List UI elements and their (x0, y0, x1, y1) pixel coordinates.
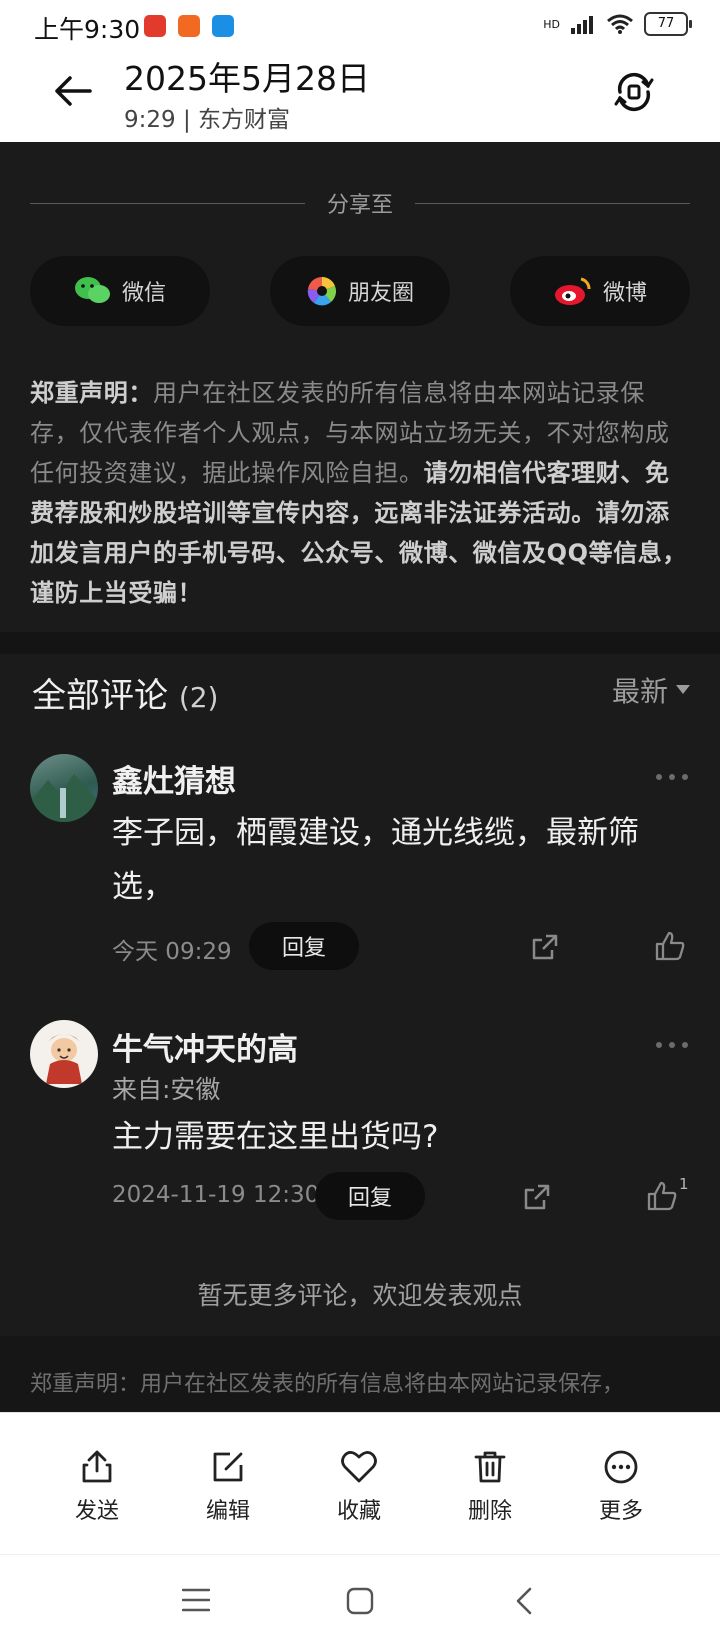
share-wechat-button[interactable]: 微信 (30, 256, 210, 326)
comments-count: (2) (178, 681, 219, 714)
home-icon[interactable] (346, 1587, 374, 1615)
more-circle-icon (604, 1450, 638, 1484)
divider (415, 202, 691, 204)
sort-label: 最新 (611, 675, 668, 708)
signal-icon (571, 16, 593, 34)
avatar[interactable] (30, 1020, 98, 1088)
caret-down-icon (676, 685, 690, 694)
share-weibo-label: 微博 (602, 281, 647, 306)
weibo-icon (554, 277, 591, 305)
send-button[interactable]: 发送 (47, 1449, 147, 1525)
hd-label: HD (543, 17, 560, 31)
disclaimer-text: 郑重声明：用户在社区发表的所有信息将由本网站记录保存，仅代表作者个人观点，与本网… (30, 373, 692, 613)
avatar[interactable] (30, 754, 98, 822)
rotate-screenshot-icon[interactable] (612, 70, 656, 114)
top-bar: 上午9:30 HD 77 2025年5月28日 9:29 | 东方财富 (0, 0, 720, 142)
page-subtitle: 9:29 | 东方财富 (124, 107, 291, 133)
toutiao-app-icon (144, 15, 166, 37)
comment-username[interactable]: 鑫灶猜想 (112, 756, 236, 801)
edit-label: 编辑 (205, 1499, 250, 1524)
more-label: 更多 (598, 1499, 643, 1524)
share-moments-button[interactable]: 朋友圈 (270, 256, 450, 326)
wifi-icon (607, 14, 633, 34)
comment-more-button[interactable] (656, 1042, 688, 1048)
status-right: HD 77 (543, 12, 692, 36)
send-label: 发送 (74, 1499, 119, 1524)
more-button[interactable]: 更多 (571, 1449, 671, 1525)
comment-time: 2024-11-19 12:30 (112, 1182, 320, 1208)
thumbs-up-icon[interactable] (646, 1180, 678, 1212)
no-more-comments: 暂无更多评论，欢迎发表观点 (197, 1281, 523, 1310)
back-arrow-icon[interactable] (50, 68, 96, 114)
action-sheet: 发送 编辑 收藏 删除 更多 (0, 1412, 720, 1555)
share-heading: 分享至 (30, 188, 691, 218)
comments-title-label: 全部评论 (32, 676, 168, 716)
sort-dropdown[interactable]: 最新 (612, 670, 690, 710)
section-separator (0, 632, 720, 654)
share-upload-icon (82, 1450, 112, 1483)
share-heading-label: 分享至 (327, 193, 394, 218)
reply-button[interactable]: 回复 (249, 922, 359, 970)
favorite-label: 收藏 (336, 1499, 381, 1524)
comment-text: 主力需要在这里出货吗? (112, 1119, 439, 1155)
heart-icon (341, 1451, 377, 1483)
menu-icon[interactable] (182, 1587, 210, 1613)
comments-title: 全部评论 (2) (32, 668, 218, 717)
comment-time: 今天 09:29 (112, 939, 232, 965)
footer-disclaimer: 郑重声明：用户在社区发表的所有信息将由本网站记录保存， (30, 1372, 625, 1397)
comment-username[interactable]: 牛气冲天的高 (112, 1024, 298, 1069)
system-nav-bar (0, 1554, 720, 1651)
comment-text: 李子园，栖霞建设，通光线缆，最新筛选， (112, 815, 639, 905)
moments-icon (307, 276, 337, 306)
back-icon[interactable] (514, 1587, 534, 1615)
comment-location: 来自:安徽 (112, 1075, 221, 1104)
edit-icon (213, 1452, 243, 1482)
delete-button[interactable]: 删除 (440, 1449, 540, 1525)
page-title: 2025年5月28日 (124, 59, 370, 98)
delete-label: 删除 (467, 1499, 512, 1524)
wechat-icon (74, 277, 110, 303)
telegram-app-icon (178, 15, 200, 37)
share-weibo-button[interactable]: 微博 (510, 256, 690, 326)
edit-button[interactable]: 编辑 (178, 1449, 278, 1525)
status-time: 上午9:30 (34, 15, 141, 44)
share-moments-label: 朋友圈 (347, 281, 414, 306)
like-count: 1 (679, 1175, 689, 1193)
favorite-button[interactable]: 收藏 (309, 1449, 409, 1525)
disclaimer-label: 郑重声明： (30, 379, 153, 407)
upload-app-icon (212, 15, 234, 37)
share-icon[interactable] (522, 1182, 552, 1212)
thumbs-up-icon[interactable] (654, 930, 686, 962)
trash-icon (474, 1451, 506, 1483)
landscape-avatar-icon (30, 774, 98, 822)
share-icon[interactable] (530, 932, 560, 962)
god-of-wealth-avatar-icon (46, 1034, 82, 1084)
reply-button[interactable]: 回复 (315, 1172, 425, 1220)
share-wechat-label: 微信 (121, 281, 166, 306)
comment-more-button[interactable] (656, 774, 688, 780)
status-bar: 上午9:30 HD 77 (0, 0, 720, 52)
battery-icon: 77 (644, 12, 692, 36)
divider (30, 202, 305, 204)
